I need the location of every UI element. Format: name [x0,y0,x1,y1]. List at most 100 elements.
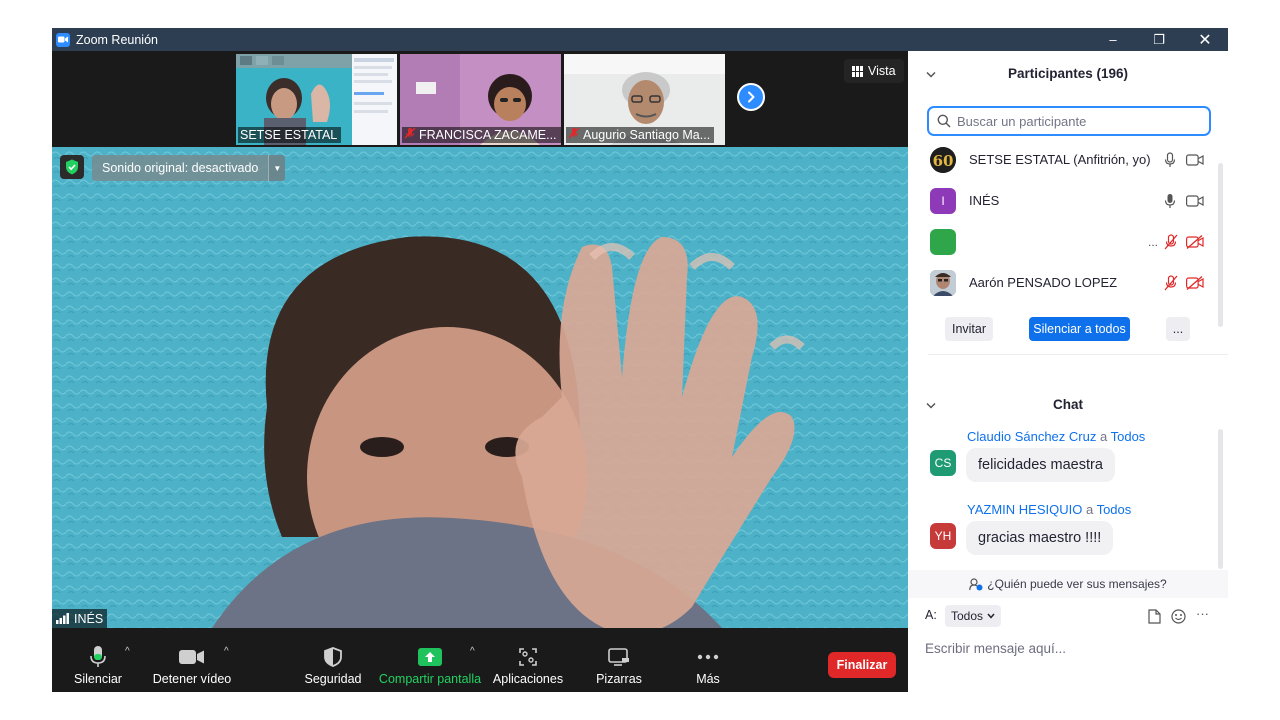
more-button[interactable]: Más [688,628,728,692]
share-screen-button[interactable]: Compartir pantalla [378,628,482,692]
search-icon [937,114,951,128]
video-off-icon[interactable] [1186,234,1204,249]
participants-more-button[interactable]: ... [1166,317,1190,341]
shield-icon [324,642,342,672]
message-text: gracias maestro !!!! [966,521,1114,555]
audio-options-caret[interactable]: ^ [125,646,130,657]
mic-off-icon[interactable] [1164,274,1178,291]
zoom-logo-icon [56,32,70,47]
participant-name: SETSE ESTATAL (Anfitrión, yo) [969,152,1151,167]
participant-search[interactable] [927,106,1211,136]
original-sound-toggle[interactable]: Sonido original: desactivado ▼ [92,155,286,181]
more-dots-icon [697,642,719,672]
signal-strength-icon [56,613,69,624]
window-title: Zoom Reunión [76,32,158,47]
end-meeting-button[interactable]: Finalizar [828,652,896,678]
message-sender[interactable]: YAZMIN HESIQUIO a Todos [967,502,1131,517]
participant-row[interactable]: 60 SETSE ESTATAL (Anfitrión, yo) [908,139,1213,180]
video-camera-icon [179,642,205,672]
chat-more-button[interactable]: ··· [1196,606,1209,621]
speaker-name-badge: INÉS [52,609,108,628]
participant-actions: Invitar Silenciar a todos ... [908,317,1228,342]
who-can-see-messages[interactable]: ¿Quién puede ver sus mensajes? [908,570,1228,598]
video-off-icon[interactable] [1186,275,1204,290]
side-panel: Participantes (196) 60 SETSE ESTATAL (An… [908,51,1228,692]
mute-all-button[interactable]: Silenciar a todos [1029,317,1130,341]
thumbnail-video[interactable]: FRANCISCA ZACAME... [400,54,561,145]
thumbnail-name: FRANCISCA ZACAME... [402,127,561,143]
video-options-caret[interactable]: ^ [224,646,229,657]
speaker-name: INÉS [74,611,104,626]
avatar: I [930,187,956,214]
view-button[interactable]: Vista [844,59,904,83]
person-info-icon [969,577,983,590]
video-camera-icon[interactable] [1186,153,1204,166]
invite-button[interactable]: Invitar [945,317,993,341]
microphone-icon[interactable] [1164,151,1176,168]
chat-scrollbar[interactable] [1218,429,1223,569]
more-label: ... [1148,234,1159,249]
participants-header: Participantes (196) [908,53,1228,93]
chevron-down-icon[interactable] [926,397,936,412]
microphone-icon [88,642,108,672]
next-page-button[interactable] [737,83,765,111]
chevron-right-icon [748,91,755,103]
original-sound-label: Sonido original: desactivado [92,155,269,181]
divider [928,354,1228,355]
chevron-down-icon[interactable]: ▼ [268,155,286,181]
main-speaker-video[interactable]: Sonido original: desactivado ▼ INÉS [52,147,908,628]
file-icon[interactable] [1148,609,1161,624]
message-sender[interactable]: Claudio Sánchez Cruz a Todos [967,429,1145,444]
chevron-down-icon [987,613,995,619]
participants-scrollbar[interactable] [1218,163,1223,327]
mute-button[interactable]: Silenciar [74,628,122,692]
apps-button[interactable]: Aplicaciones [493,628,563,692]
encryption-shield-icon[interactable] [60,155,84,179]
minimize-button[interactable]: – [1090,28,1136,51]
restore-button[interactable]: ❐ [1136,28,1182,51]
chat-message-input[interactable] [925,641,1215,656]
whiteboards-button[interactable]: Pizarras [590,628,648,692]
meeting-toolbar: Silenciar ^ Detener vídeo ^ Seguridad Co… [52,628,908,692]
avatar: 60 [930,146,956,173]
speaker-video-image [52,147,908,628]
microphone-icon[interactable] [1164,193,1176,209]
view-label: Vista [868,64,896,78]
grid-icon [852,65,863,77]
avatar [930,228,956,255]
recipient-select[interactable]: Todos [945,605,1002,627]
stop-video-button[interactable]: Detener vídeo [152,628,232,692]
thumbnail-strip: SETSE ESTATAL FRANCISCA ZACAME... Auguri… [236,54,725,145]
emoji-icon[interactable] [1171,609,1186,624]
apps-icon [519,642,537,672]
chat-title: Chat [1053,396,1083,412]
share-options-caret[interactable]: ^ [470,646,475,657]
avatar [930,269,956,296]
thumbnail-name: Augurio Santiago Ma... [566,127,715,144]
thumbnail-video[interactable]: SETSE ESTATAL [236,54,397,145]
participant-row[interactable]: ... [908,221,1213,262]
share-screen-icon [418,642,442,672]
thumbnail-video[interactable]: Augurio Santiago Ma... [564,54,725,145]
mic-off-icon [404,127,416,144]
chevron-down-icon[interactable] [926,66,936,81]
participant-row[interactable]: I INÉS [908,180,1213,221]
participant-row[interactable]: Aarón PENSADO LOPEZ [908,262,1213,303]
recipient-label: A: [925,608,937,622]
avatar: YH [930,523,956,549]
mic-off-icon[interactable] [1164,233,1178,250]
zoom-window: Zoom Reunión – ❐ ✕ SETSE ESTATAL FRANCIS… [52,28,1228,692]
video-stage: SETSE ESTATAL FRANCISCA ZACAME... Auguri… [52,51,908,692]
participant-name: INÉS [969,193,1000,208]
title-bar: Zoom Reunión – ❐ ✕ [52,28,1228,51]
avatar: CS [930,450,956,476]
message-text: felicidades maestra [966,448,1115,482]
security-button[interactable]: Seguridad [303,628,363,692]
participants-title: Participantes (196) [1007,65,1129,81]
mic-off-icon [568,127,580,144]
chat-header: Chat [908,384,1228,424]
participant-search-input[interactable] [955,112,1199,130]
close-button[interactable]: ✕ [1182,28,1228,51]
video-camera-icon[interactable] [1186,194,1204,207]
participant-name: Aarón PENSADO LOPEZ [969,275,1118,290]
